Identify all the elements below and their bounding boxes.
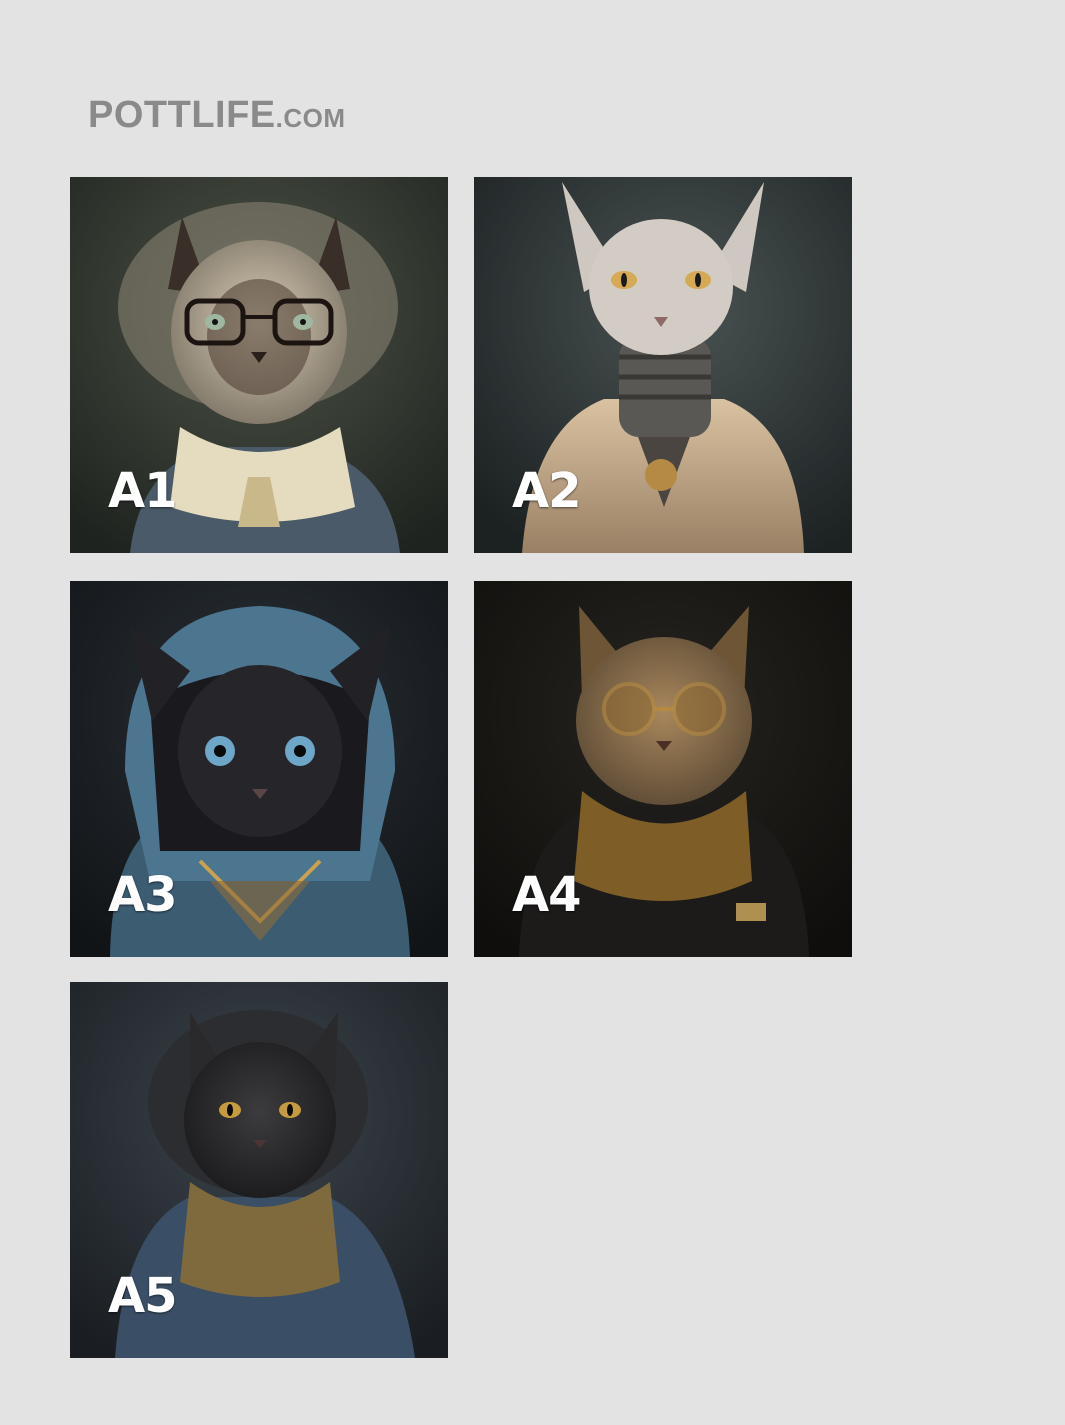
tile-label: A5 [108, 1268, 178, 1324]
brand-tld: .COM [275, 103, 346, 133]
tile-label: A4 [512, 867, 582, 923]
brand-name: POTTLIFE [88, 94, 276, 136]
tile-label: A2 [512, 463, 582, 519]
brand-logo: POTTLIFE .COM [88, 94, 346, 144]
tile-label: A1 [108, 463, 178, 519]
product-tile-a3[interactable]: A3 [70, 581, 448, 957]
tile-label: A3 [108, 867, 178, 923]
product-tile-a4[interactable]: A4 [474, 581, 852, 957]
product-tile-a5[interactable]: A5 [70, 982, 448, 1358]
product-tile-a1[interactable]: A1 [70, 177, 448, 553]
product-tile-a2[interactable]: A2 [474, 177, 852, 553]
